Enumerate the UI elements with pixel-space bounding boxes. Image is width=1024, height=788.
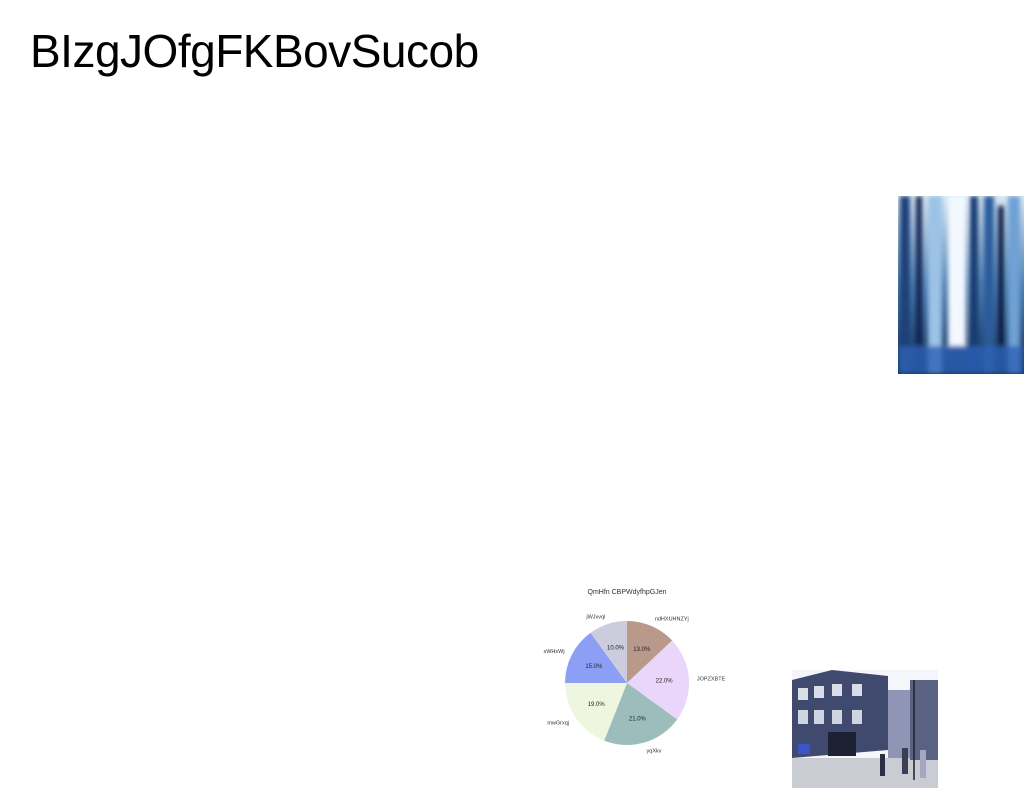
pie-category-label: mwGrxqj [547, 720, 569, 726]
pie-value-label: 13.0% [633, 647, 651, 653]
pie-chart: QmHfn CBPWdyfhpGJen 13.0% ndHXUHNZYj 22.0%… [530, 582, 730, 772]
pie-category-label: ndHXUHNZYj [655, 617, 689, 623]
page-title: BIzgJOfgFKBovSucob [30, 25, 479, 77]
pie-value-label: 10.0% [607, 646, 625, 652]
pie-value-label: 21.0% [629, 717, 647, 723]
pie-value-label: 22.0% [656, 679, 674, 685]
forest-photo-image [898, 196, 1024, 374]
pie-category-label: yqXkv [647, 748, 662, 754]
pie-category-label: sWHsWj [543, 649, 564, 655]
pie-value-label: 15.0% [585, 664, 603, 670]
pie-value-label: 19.0% [588, 702, 606, 708]
street-photo-image [792, 670, 938, 788]
pie-category-label: jWJxvql [585, 614, 605, 620]
chart-title: QmHfn CBPWdyfhpGJen [588, 589, 667, 596]
street-photo [792, 670, 938, 788]
forest-photo [898, 196, 1024, 374]
pie-chart-svg: QmHfn CBPWdyfhpGJen 13.0% ndHXUHNZYj 22.0%… [543, 589, 726, 754]
pie-category-label: JOPZXBTE [697, 677, 726, 683]
